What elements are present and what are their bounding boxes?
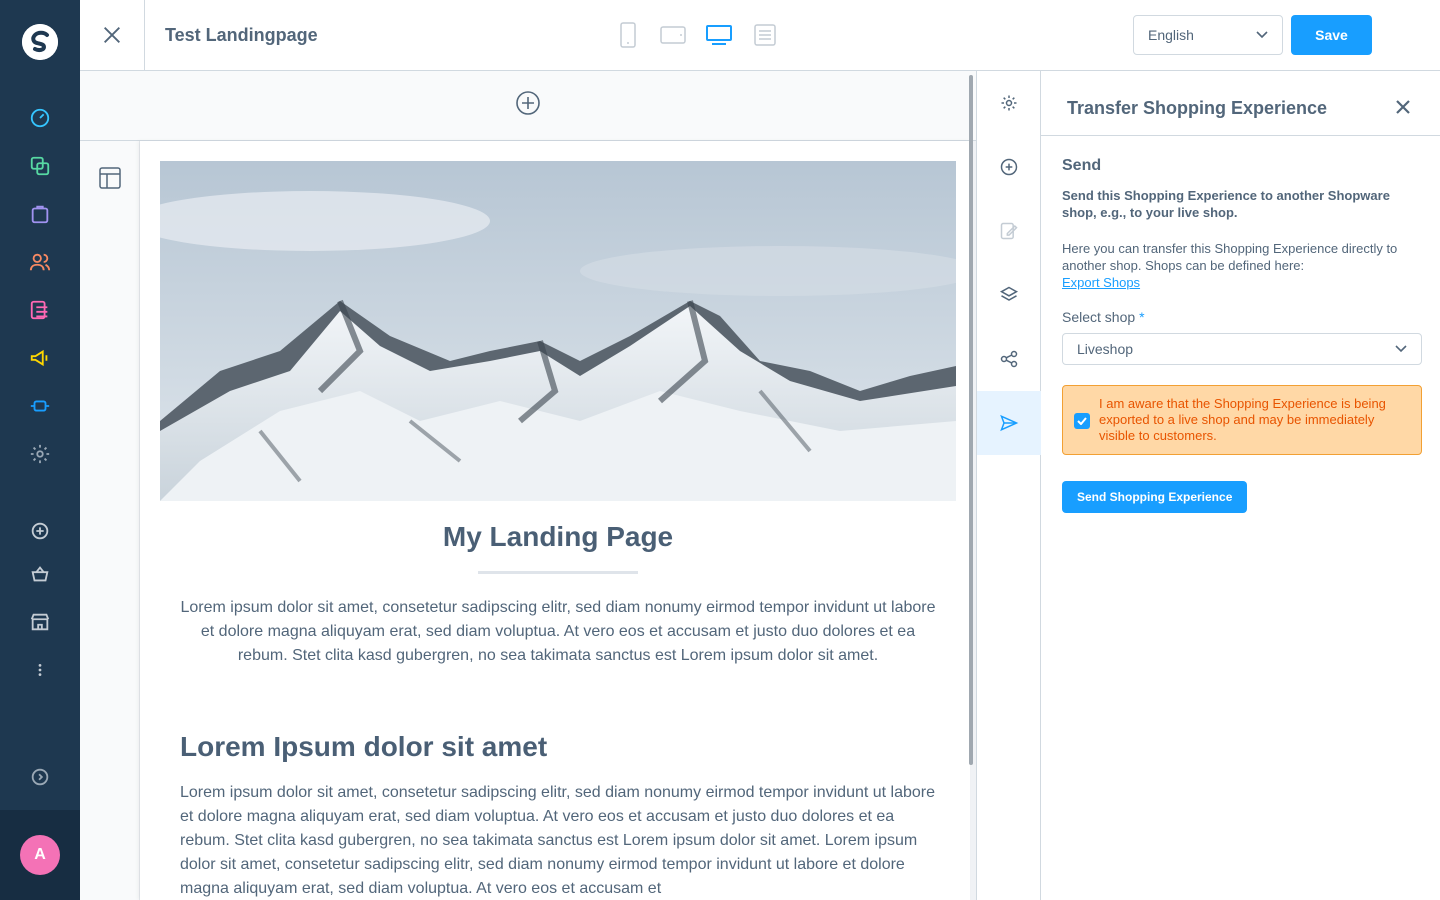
top-bar: Test Landingpage English Save <box>80 0 1440 71</box>
edit-icon <box>1000 222 1018 240</box>
send-shopping-experience-button[interactable]: Send Shopping Experience <box>1062 481 1248 513</box>
canvas-scrollbar[interactable] <box>969 75 973 765</box>
required-marker: * <box>1139 309 1145 325</box>
tab-settings[interactable] <box>977 71 1041 135</box>
shop-label-text: Select shop <box>1062 309 1136 325</box>
page-title: Test Landingpage <box>165 25 318 45</box>
close-icon[interactable] <box>1395 99 1411 115</box>
share-icon <box>1000 350 1018 368</box>
mobile-icon[interactable] <box>616 22 640 48</box>
store-icon[interactable] <box>28 610 52 634</box>
user-area: A <box>0 810 80 900</box>
avatar[interactable]: A <box>20 835 60 875</box>
chevron-down-icon <box>1256 31 1268 39</box>
checkmark-icon <box>1077 417 1087 425</box>
layout-icon[interactable] <box>99 167 121 189</box>
settings-icon[interactable] <box>28 442 52 466</box>
desktop-icon[interactable] <box>706 22 732 48</box>
customers-icon[interactable] <box>28 250 52 274</box>
transfer-panel: Transfer Shopping Experience Send Send t… <box>1041 71 1440 900</box>
settings-icon <box>1001 95 1017 111</box>
add-section-icon[interactable] <box>515 90 541 116</box>
panel-body: Send Send this Shopping Experience to an… <box>1062 157 1422 513</box>
body-text: Lorem ipsum dolor sit amet, consetetur s… <box>180 784 936 897</box>
chevron-down-icon <box>1395 345 1407 353</box>
canvas-area: My Landing Page Lorem ipsum dolor sit am… <box>80 71 976 900</box>
lead-text: Send this Shopping Experience to another… <box>1062 188 1390 220</box>
tab-share[interactable] <box>977 327 1041 391</box>
tab-send[interactable] <box>977 391 1041 455</box>
panel-header: Transfer Shopping Experience <box>1041 71 1440 136</box>
catalogue-icon[interactable] <box>28 154 52 178</box>
admin-sidebar: A <box>0 0 80 900</box>
device-switcher <box>616 22 778 48</box>
tab-edit[interactable] <box>977 199 1041 263</box>
extensions-icon[interactable] <box>28 394 52 418</box>
panel-title: Transfer Shopping Experience <box>1067 98 1328 118</box>
title-divider <box>478 571 638 574</box>
marketing-icon[interactable] <box>28 346 52 370</box>
export-shops-link[interactable]: Export Shops <box>1062 275 1140 290</box>
tablet-icon[interactable] <box>660 22 686 48</box>
section-title: Send <box>1062 157 1102 174</box>
save-button[interactable]: Save <box>1291 15 1372 55</box>
dashboard-icon[interactable] <box>28 106 52 130</box>
layers-icon <box>999 286 1019 301</box>
tab-layers[interactable] <box>977 263 1041 327</box>
description: Here you can transfer this Shopping Expe… <box>1062 240 1422 291</box>
intro-text: Lorem ipsum dolor sit amet, consetetur s… <box>180 599 936 664</box>
shopware-logo-icon[interactable] <box>22 24 58 60</box>
mountain-hero-image[interactable] <box>160 161 956 501</box>
form-icon[interactable] <box>752 22 778 48</box>
sidebar-tab-bar <box>976 71 1041 900</box>
shop-select[interactable]: Liveshop <box>1062 333 1422 365</box>
language-select[interactable]: English <box>1133 15 1283 55</box>
warning-box: I am aware that the Shopping Experience … <box>1062 385 1422 455</box>
add-section-bar <box>80 71 976 141</box>
shop-field-label: Select shop * <box>1062 309 1422 325</box>
add-block-icon <box>1000 158 1018 176</box>
basket-icon[interactable] <box>28 562 52 586</box>
warning-text: I am aware that the Shopping Experience … <box>1099 396 1386 443</box>
add-icon[interactable] <box>28 519 52 543</box>
orders-icon[interactable] <box>28 202 52 226</box>
close-editor-button[interactable] <box>80 0 145 70</box>
chevron-right-circle-icon[interactable] <box>28 765 52 789</box>
content-page: My Landing Page Lorem ipsum dolor sit am… <box>140 141 970 900</box>
awareness-checkbox[interactable] <box>1074 413 1090 429</box>
close-icon <box>104 27 120 43</box>
shop-select-value: Liveshop <box>1077 341 1134 357</box>
description-text: Here you can transfer this Shopping Expe… <box>1062 241 1398 273</box>
section-sidebar <box>80 141 140 900</box>
sub-heading: Lorem Ipsum dolor sit amet <box>180 731 548 762</box>
landing-title: My Landing Page <box>442 521 674 552</box>
tab-add-block[interactable] <box>977 135 1041 199</box>
language-value: English <box>1148 27 1194 43</box>
content-icon[interactable] <box>28 298 52 322</box>
more-icon[interactable] <box>28 658 52 682</box>
send-icon <box>1000 414 1019 432</box>
